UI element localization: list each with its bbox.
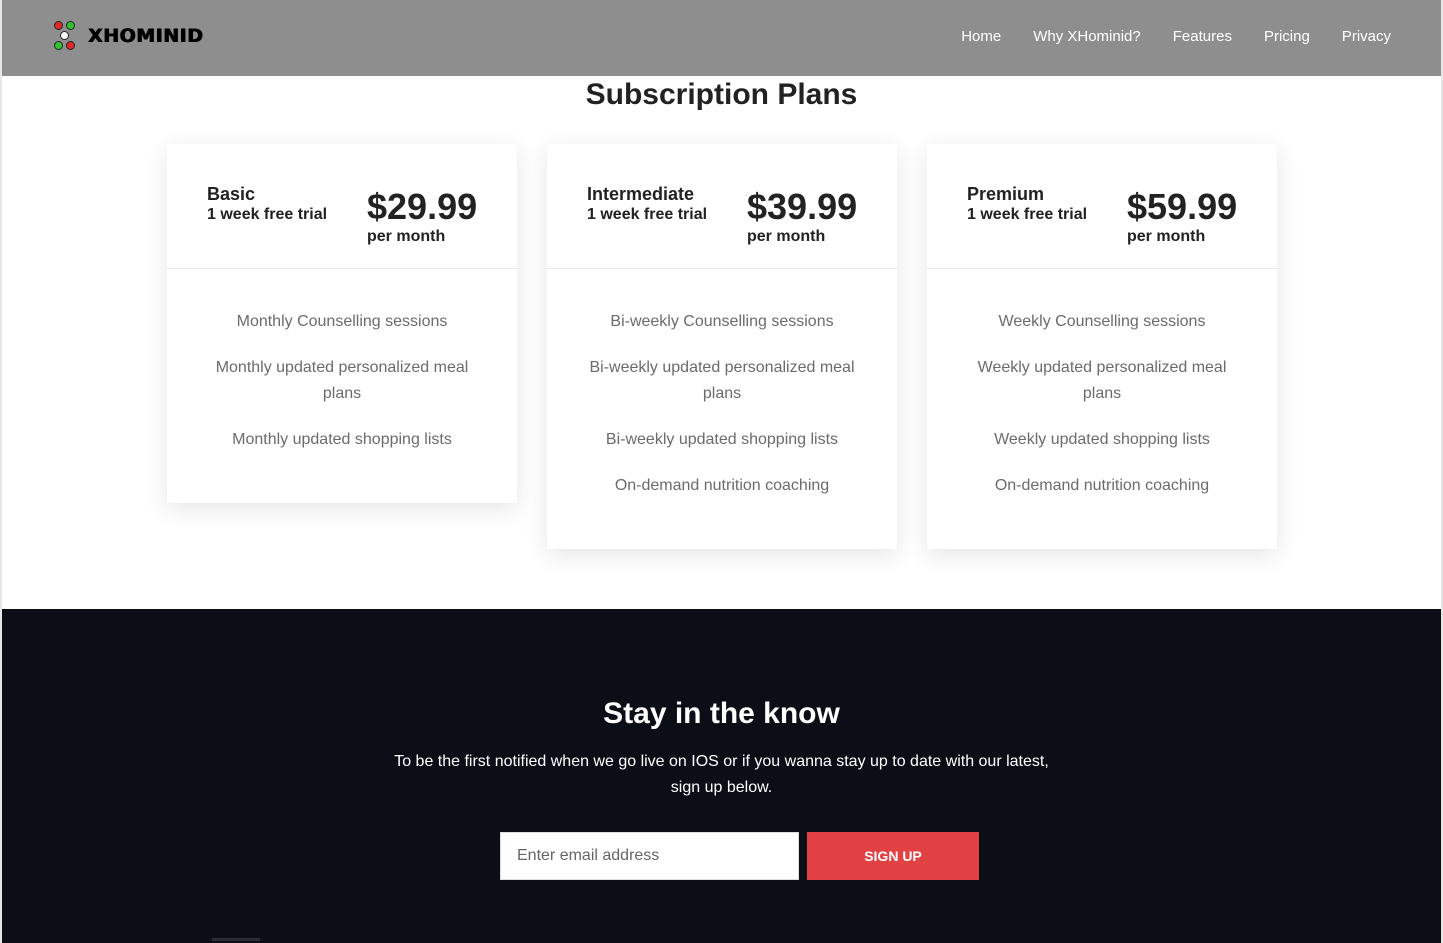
plan-name: Basic [207, 184, 256, 204]
plan-trial: 1 week free trial [967, 206, 1088, 223]
plan-period: per month [747, 228, 826, 245]
nav-link-why[interactable]: Why XHominid? [1033, 28, 1141, 45]
plan-features: Monthly Counselling sessions Monthly upd… [167, 269, 517, 503]
brand-link[interactable]: XHOMINID [52, 20, 203, 52]
plan-name: Intermediate [587, 184, 695, 204]
plan-period: per month [1127, 228, 1206, 245]
main-nav: Home Why XHominid? Features Pricing Priv… [961, 28, 1391, 45]
plan-price: $29.99 [367, 186, 478, 227]
plan-features: Weekly Counselling sessions Weekly updat… [927, 269, 1277, 549]
plan-period: per month [367, 228, 446, 245]
nav-link-home[interactable]: Home [961, 28, 1001, 45]
plan-feature: On-demand nutrition coaching [994, 477, 1210, 494]
section-title: Subscription Plans [585, 78, 858, 111]
plan-feature: Weekly updated shopping lists [994, 431, 1210, 448]
newsletter-section: Stay in the know To be the first notifie… [2, 609, 1441, 943]
plan-header: Basic 1 week free trial $29.99 per month [167, 144, 517, 269]
plan-name: Premium [967, 184, 1045, 204]
nav-link-privacy[interactable]: Privacy [1342, 28, 1391, 45]
newsletter-text: To be the first notified when we go live… [394, 753, 1049, 796]
plan-feature: Bi-weekly Counselling sessions [610, 313, 834, 330]
plan-feature: On-demand nutrition coaching [614, 477, 830, 494]
signup-button[interactable]: SIGN UP [807, 832, 979, 880]
plan-price: $59.99 [1127, 186, 1238, 227]
plan-feature: Bi-weekly updated personalized meal plan… [589, 359, 855, 402]
brand-name: XHOMINID [88, 25, 204, 47]
plan-feature: Weekly updated personalized meal plans [977, 359, 1227, 402]
plan-price: $39.99 [747, 186, 858, 227]
plan-header: Intermediate 1 week free trial $39.99 pe… [547, 144, 897, 269]
plan-feature: Monthly Counselling sessions [236, 313, 448, 330]
plan-trial: 1 week free trial [587, 206, 708, 223]
newsletter-title: Stay in the know [603, 697, 840, 730]
nav-link-pricing[interactable]: Pricing [1264, 28, 1310, 45]
nav-link-features[interactable]: Features [1173, 28, 1232, 45]
plan-card-basic: Basic 1 week free trial $29.99 per month… [167, 144, 517, 503]
navbar: XHOMINID Home Why XHominid? Features Pri… [2, 0, 1441, 76]
plan-features: Bi-weekly Counselling sessions Bi-weekly… [547, 269, 897, 549]
plan-feature: Weekly Counselling sessions [998, 313, 1206, 330]
plan-feature: Bi-weekly updated shopping lists [605, 431, 839, 448]
xhominid-logo-icon [52, 20, 78, 52]
plan-trial: 1 week free trial [207, 206, 328, 223]
email-input[interactable] [500, 832, 799, 880]
plan-feature: Monthly updated shopping lists [232, 431, 452, 448]
plan-card-intermediate: Intermediate 1 week free trial $39.99 pe… [547, 144, 897, 549]
plan-header: Premium 1 week free trial $59.99 per mon… [927, 144, 1277, 269]
plan-feature: Monthly updated personalized meal plans [215, 359, 469, 402]
plan-card-premium: Premium 1 week free trial $59.99 per mon… [927, 144, 1277, 549]
scroll-indicator [212, 938, 260, 941]
